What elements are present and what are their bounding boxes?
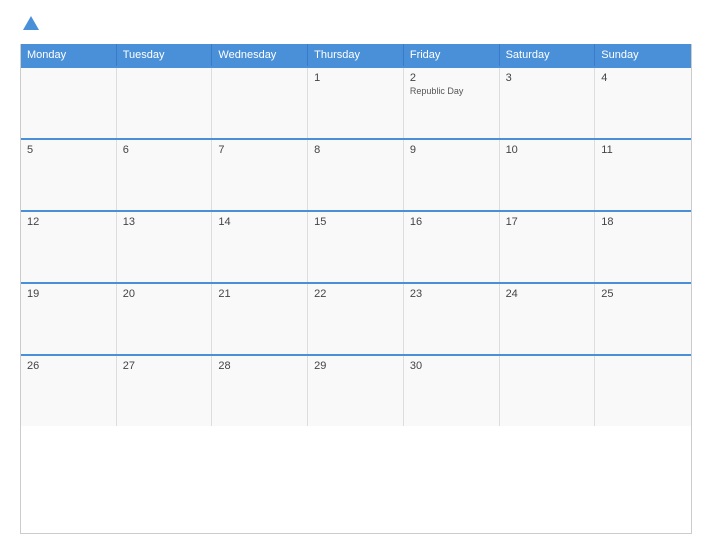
day-cell [500, 356, 596, 426]
week-row-2: 5 67 8 9 10 11 [21, 138, 691, 210]
calendar: MondayTuesdayWednesdayThursdayFridaySatu… [20, 44, 692, 534]
day-number: 17 [506, 216, 589, 228]
day-number: 16 [410, 216, 493, 228]
day-cell: 16 [404, 212, 500, 282]
day-cell: 11 [595, 140, 691, 210]
day-header-saturday: Saturday [500, 44, 596, 66]
day-number: 1 [314, 72, 397, 84]
day-header-wednesday: Wednesday [212, 44, 308, 66]
day-number: 8 [314, 144, 397, 156]
day-cell: 24 [500, 284, 596, 354]
day-cell: 10 [500, 140, 596, 210]
week-row-5: 26 27 28 29 30 [21, 354, 691, 426]
week-row-3: 12 13 14 15 16 17 18 [21, 210, 691, 282]
day-number: 30 [410, 360, 493, 372]
day-number: 5 [27, 144, 110, 156]
week-row-1: 1 2 Republic Day 34 [21, 66, 691, 138]
holiday-label: Republic Day [410, 86, 493, 96]
day-number: 2 [410, 72, 493, 84]
day-number: 23 [410, 288, 493, 300]
day-cell: 29 [308, 356, 404, 426]
day-cell: 18 [595, 212, 691, 282]
week-row-4: 19 20 21 22 23 24 25 [21, 282, 691, 354]
days-header-row: MondayTuesdayWednesdayThursdayFridaySatu… [21, 44, 691, 66]
header [20, 16, 692, 34]
day-number: 15 [314, 216, 397, 228]
day-header-tuesday: Tuesday [117, 44, 213, 66]
day-header-monday: Monday [21, 44, 117, 66]
logo-triangle-icon [23, 16, 39, 30]
day-cell: 1 [308, 68, 404, 138]
day-cell: 5 [21, 140, 117, 210]
day-number: 3 [506, 72, 589, 84]
day-cell: 28 [212, 356, 308, 426]
day-cell: 6 [117, 140, 213, 210]
day-number: 24 [506, 288, 589, 300]
day-cell: 27 [117, 356, 213, 426]
day-number: 12 [27, 216, 110, 228]
day-cell: 22 [308, 284, 404, 354]
day-header-sunday: Sunday [595, 44, 691, 66]
day-header-friday: Friday [404, 44, 500, 66]
day-number: 26 [27, 360, 110, 372]
day-number: 7 [218, 144, 301, 156]
day-cell: 4 [595, 68, 691, 138]
day-cell: 8 [308, 140, 404, 210]
page: MondayTuesdayWednesdayThursdayFridaySatu… [0, 0, 712, 550]
day-number: 20 [123, 288, 206, 300]
day-cell: 2 Republic Day [404, 68, 500, 138]
day-cell: 30 [404, 356, 500, 426]
day-number: 13 [123, 216, 206, 228]
day-number: 27 [123, 360, 206, 372]
day-number: 6 [123, 144, 206, 156]
day-cell: 23 [404, 284, 500, 354]
day-cell: 21 [212, 284, 308, 354]
day-header-thursday: Thursday [308, 44, 404, 66]
day-cell [21, 68, 117, 138]
day-number: 21 [218, 288, 301, 300]
day-number: 29 [314, 360, 397, 372]
logo [20, 16, 39, 34]
day-cell [212, 68, 308, 138]
day-cell: 17 [500, 212, 596, 282]
day-cell: 20 [117, 284, 213, 354]
day-cell: 19 [21, 284, 117, 354]
day-cell: 15 [308, 212, 404, 282]
day-cell: 3 [500, 68, 596, 138]
day-cell: 9 [404, 140, 500, 210]
day-number: 19 [27, 288, 110, 300]
day-cell: 14 [212, 212, 308, 282]
day-number: 25 [601, 288, 685, 300]
day-number: 28 [218, 360, 301, 372]
day-number: 4 [601, 72, 685, 84]
day-cell: 26 [21, 356, 117, 426]
day-number: 9 [410, 144, 493, 156]
day-number: 14 [218, 216, 301, 228]
day-number: 22 [314, 288, 397, 300]
day-number: 10 [506, 144, 589, 156]
day-cell: 13 [117, 212, 213, 282]
day-cell: 25 [595, 284, 691, 354]
day-cell [117, 68, 213, 138]
day-cell: 7 [212, 140, 308, 210]
day-number: 18 [601, 216, 685, 228]
day-cell: 12 [21, 212, 117, 282]
day-cell [595, 356, 691, 426]
day-number: 11 [601, 144, 685, 156]
calendar-weeks: 12Republic Day34567891011121314151617181… [21, 66, 691, 426]
